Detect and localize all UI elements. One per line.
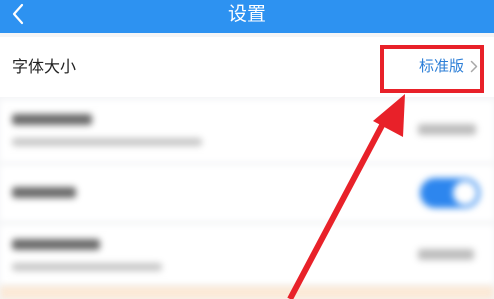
page-title: 设置 bbox=[227, 3, 266, 25]
chevron-right-icon bbox=[470, 60, 478, 72]
blurred-banner-strip bbox=[0, 286, 494, 299]
font-size-value-button[interactable]: 标准版 bbox=[419, 56, 478, 76]
settings-screen: 设置 字体大小 标准版 bbox=[0, 0, 494, 299]
font-size-row[interactable]: 字体大小 标准版 bbox=[0, 37, 494, 97]
title-bar: 设置 bbox=[0, 0, 494, 33]
font-size-value: 标准版 bbox=[418, 57, 464, 75]
blurred-setting-row bbox=[0, 225, 494, 285]
blurred-setting-row bbox=[0, 100, 494, 162]
blurred-toggle-switch bbox=[420, 178, 480, 208]
font-size-label: 字体大小 bbox=[12, 57, 77, 76]
